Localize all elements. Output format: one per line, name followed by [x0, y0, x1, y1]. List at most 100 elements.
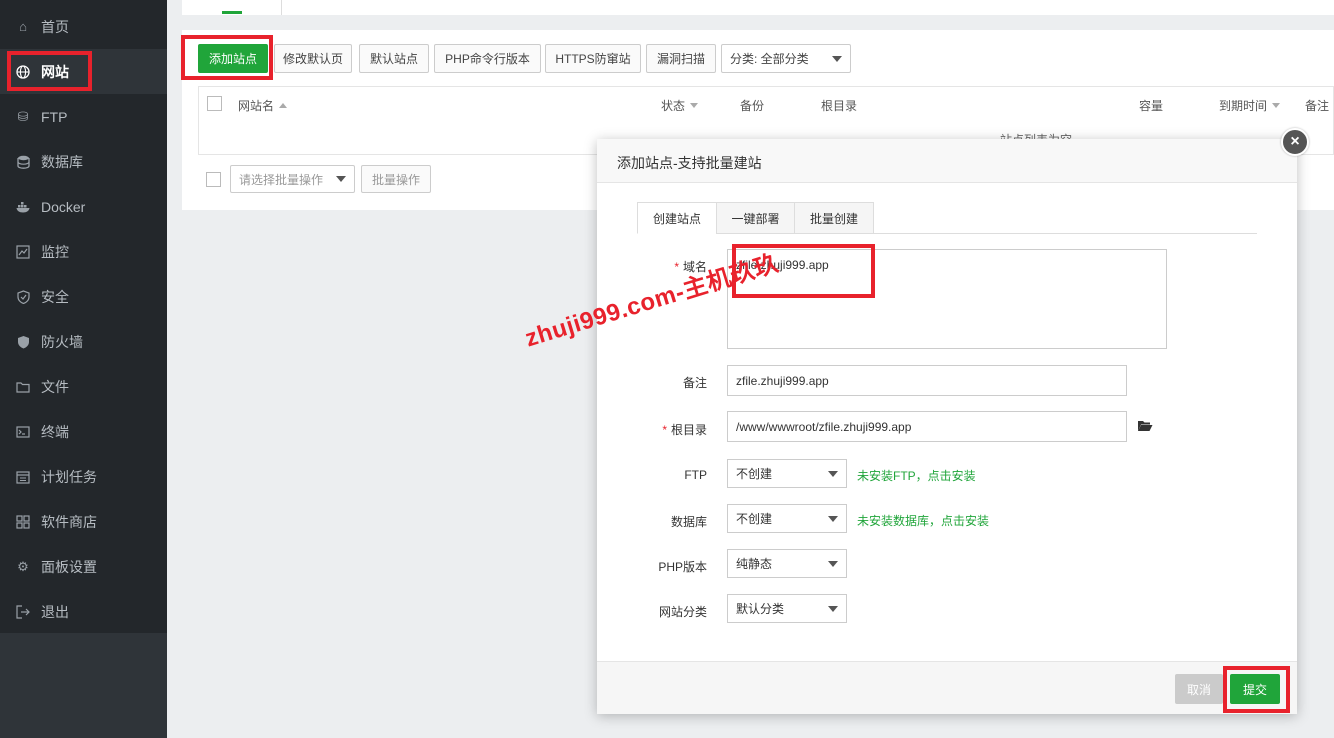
- tab-batch-create[interactable]: 批量创建: [794, 202, 874, 234]
- sidebar: ⌂ 首页 网站 ⛁ FTP 数据库 Docker 监控 安全 防火墙 文件 终端…: [0, 0, 167, 738]
- sidebar-item-docker[interactable]: Docker: [0, 184, 167, 229]
- sort-down-icon: [690, 103, 699, 108]
- firewall-icon: [15, 334, 31, 350]
- remark-label: 备注: [682, 376, 707, 390]
- sidebar-item-monitor[interactable]: 监控: [0, 229, 167, 274]
- ftp-icon: ⛁: [17, 108, 29, 124]
- add-site-dialog: 添加站点-支持批量建站 创建站点 一键部署 批量创建 * 域名 zfile.zhu…: [597, 139, 1297, 714]
- globe-icon: [15, 64, 31, 80]
- site-table-header: 网站名 状态 备份 根目录 容量 到期时间 备注: [198, 86, 1334, 122]
- chevron-down-icon: [828, 515, 838, 522]
- select-all-checkbox[interactable]: [207, 96, 222, 111]
- sidebar-item-label: 首页: [41, 18, 69, 35]
- calendar-icon: [15, 469, 31, 485]
- sidebar-item-files[interactable]: 文件: [0, 364, 167, 409]
- chevron-down-icon: [828, 605, 838, 612]
- sidebar-item-label: FTP: [41, 108, 68, 125]
- terminal-icon: [15, 424, 31, 440]
- sidebar-item-store[interactable]: 软件商店: [0, 499, 167, 544]
- top-tab-indicator: [222, 11, 242, 14]
- ftp-select-value: 不创建: [736, 467, 773, 481]
- cancel-button[interactable]: 取消: [1175, 674, 1223, 704]
- sidebar-item-label: 软件商店: [41, 513, 97, 530]
- php-version-select[interactable]: 纯静态: [727, 549, 847, 578]
- sidebar-item-database[interactable]: 数据库: [0, 139, 167, 184]
- sidebar-item-label: 退出: [41, 603, 69, 620]
- sidebar-item-label: 网站: [41, 63, 69, 80]
- shield-icon: [15, 289, 31, 305]
- php-cli-version-button[interactable]: PHP命令行版本: [434, 44, 541, 73]
- grid-icon: [15, 514, 31, 530]
- close-icon: ×: [1290, 133, 1300, 150]
- sort-up-icon: [279, 103, 288, 108]
- chevron-down-icon: [832, 55, 842, 62]
- close-dialog-button[interactable]: ×: [1281, 128, 1309, 156]
- home-icon: ⌂: [19, 19, 27, 34]
- top-tab-strip: [182, 0, 1334, 15]
- chevron-down-icon: [336, 176, 346, 182]
- sidebar-item-terminal[interactable]: 终端: [0, 409, 167, 454]
- sidebar-item-home[interactable]: ⌂ 首页: [0, 4, 167, 49]
- batch-select-checkbox[interactable]: [206, 172, 221, 187]
- default-site-button[interactable]: 默认站点: [359, 44, 429, 73]
- sidebar-item-ftp[interactable]: ⛁ FTP: [0, 94, 167, 139]
- database-install-link[interactable]: 未安装数据库，点击安装: [857, 512, 989, 529]
- sidebar-item-label: 文件: [41, 378, 69, 395]
- sidebar-item-label: 终端: [41, 423, 69, 440]
- column-status[interactable]: 状态: [661, 97, 699, 114]
- database-select[interactable]: 不创建: [727, 504, 847, 533]
- sidebar-item-logout[interactable]: 退出: [0, 589, 167, 634]
- domain-textarea[interactable]: zfile.zhuji999.app: [727, 249, 1167, 349]
- column-expiry[interactable]: 到期时间: [1219, 97, 1281, 114]
- folder-icon: [15, 379, 31, 395]
- tab-create-site[interactable]: 创建站点: [637, 202, 717, 234]
- category-filter-select[interactable]: 分类: 全部分类: [721, 44, 851, 73]
- php-version-label: PHP版本: [658, 560, 707, 574]
- submit-button[interactable]: 提交: [1230, 674, 1280, 704]
- database-label: 数据库: [670, 515, 707, 529]
- php-version-value: 纯静态: [736, 557, 773, 571]
- root-dir-input[interactable]: /www/wwwroot/zfile.zhuji999.app: [727, 411, 1127, 442]
- column-capacity: 容量: [1139, 99, 1164, 113]
- column-root-dir: 根目录: [821, 99, 858, 113]
- sidebar-item-settings[interactable]: ⚙ 面板设置: [0, 544, 167, 589]
- database-select-value: 不创建: [736, 512, 773, 526]
- batch-operation-select[interactable]: 请选择批量操作: [230, 165, 355, 193]
- ftp-select[interactable]: 不创建: [727, 459, 847, 488]
- batch-operation-placeholder: 请选择批量操作: [239, 172, 324, 187]
- dialog-footer: 取消 提交: [597, 661, 1297, 714]
- ftp-install-link[interactable]: 未安装FTP，点击安装: [857, 467, 976, 484]
- dialog-tabs: 创建站点 一键部署 批量创建: [637, 202, 1257, 234]
- batch-operation-button[interactable]: 批量操作: [361, 165, 431, 193]
- sidebar-item-label: Docker: [41, 198, 86, 215]
- chevron-down-icon: [828, 560, 838, 567]
- site-category-label: 网站分类: [658, 605, 707, 619]
- gear-icon: ⚙: [17, 558, 29, 574]
- sidebar-item-website[interactable]: 网站: [0, 49, 167, 94]
- logout-icon: [15, 604, 31, 620]
- folder-open-icon[interactable]: [1137, 419, 1153, 435]
- column-backup: 备份: [740, 99, 765, 113]
- monitor-icon: [15, 244, 31, 260]
- sidebar-item-security[interactable]: 安全: [0, 274, 167, 319]
- sidebar-item-cron[interactable]: 计划任务: [0, 454, 167, 499]
- sidebar-item-label: 监控: [41, 243, 69, 260]
- dialog-header: 添加站点-支持批量建站: [597, 139, 1297, 183]
- vuln-scan-button[interactable]: 漏洞扫描: [646, 44, 716, 73]
- sidebar-item-label: 防火墙: [41, 333, 83, 350]
- column-site-name[interactable]: 网站名: [238, 97, 288, 114]
- site-category-value: 默认分类: [736, 602, 785, 616]
- sidebar-item-label: 面板设置: [41, 558, 97, 575]
- ftp-label: FTP: [684, 468, 707, 482]
- https-guard-button[interactable]: HTTPS防窜站: [545, 44, 641, 73]
- docker-icon: [15, 199, 31, 215]
- column-remark: 备注: [1305, 99, 1330, 113]
- sidebar-item-firewall[interactable]: 防火墙: [0, 319, 167, 364]
- remark-input[interactable]: zfile.zhuji999.app: [727, 365, 1127, 396]
- sidebar-item-label: 安全: [41, 288, 69, 305]
- database-icon: [15, 154, 31, 170]
- add-site-button[interactable]: 添加站点: [198, 44, 268, 73]
- site-category-select[interactable]: 默认分类: [727, 594, 847, 623]
- tab-one-click-deploy[interactable]: 一键部署: [716, 202, 795, 234]
- edit-default-page-button[interactable]: 修改默认页: [274, 44, 352, 73]
